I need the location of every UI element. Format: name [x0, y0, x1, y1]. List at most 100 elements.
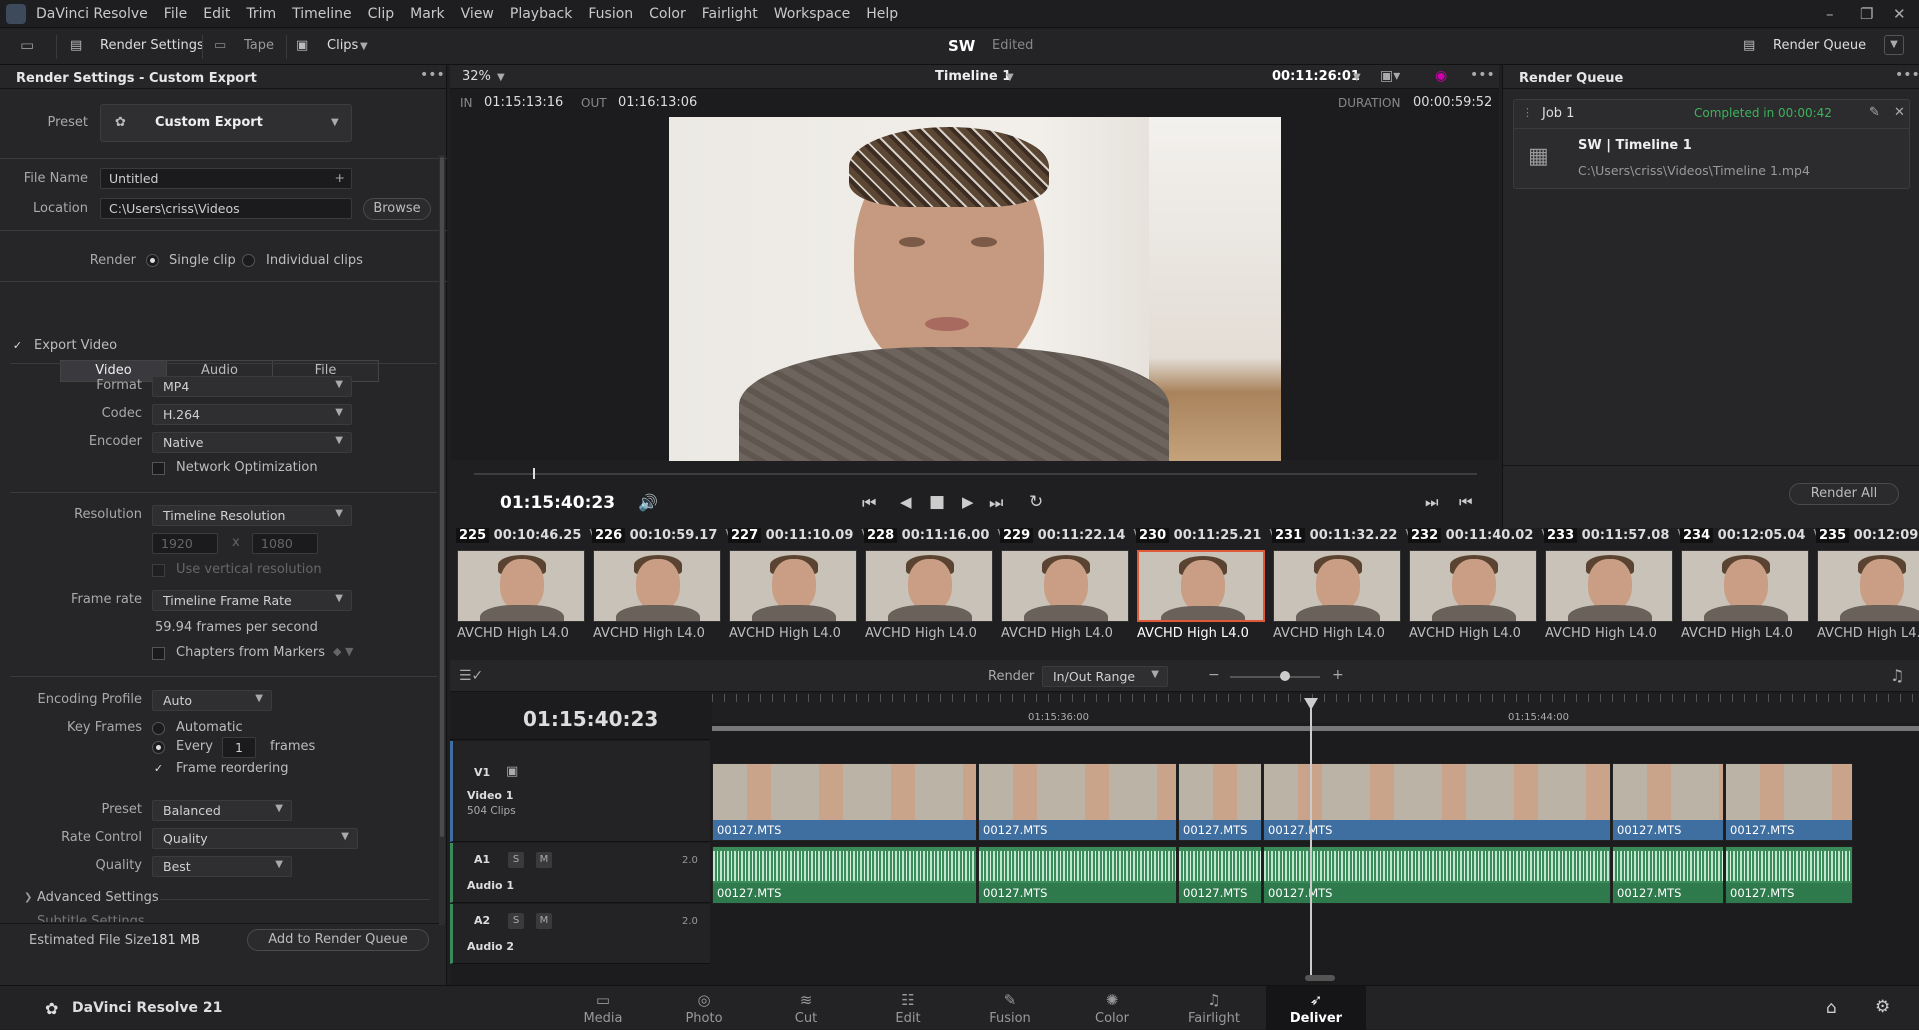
next-clip-icon[interactable]: ⏭ — [1425, 493, 1439, 511]
display-options-icon[interactable]: ▣▾ — [1380, 68, 1400, 84]
gear-icon[interactable]: ⚙ — [1875, 997, 1890, 1017]
playhead[interactable] — [1310, 700, 1312, 980]
keyframes-every-input[interactable]: 1 — [222, 737, 256, 758]
scrollbar[interactable] — [440, 157, 444, 837]
stop-icon[interactable]: ■ — [929, 492, 945, 512]
menu-trim[interactable]: Trim — [246, 6, 276, 22]
resolution-dropdown[interactable]: Timeline Resolution ▼ — [152, 505, 352, 526]
clip-thumbnail[interactable] — [1817, 550, 1919, 622]
add-to-render-queue-button[interactable]: Add to Render Queue — [247, 929, 429, 951]
clip-thumbnail[interactable] — [457, 550, 585, 622]
previous-clip-icon[interactable]: ⏮ — [1459, 493, 1473, 511]
audio-clip[interactable]: 00127.MTS — [712, 846, 977, 904]
menu-color[interactable]: Color — [649, 6, 686, 22]
chevron-down-icon[interactable]: ▼ — [360, 41, 368, 52]
menu-edit[interactable]: Edit — [203, 6, 230, 22]
menu-mark[interactable]: Mark — [410, 6, 445, 22]
edit-icon[interactable]: ✎ — [1869, 105, 1880, 120]
menu-fairlight[interactable]: Fairlight — [702, 6, 758, 22]
timeline-name[interactable]: Timeline 1 — [935, 69, 1011, 84]
video-clip[interactable]: 00127.MTS — [1612, 763, 1724, 841]
menu-app[interactable]: DaVinci Resolve — [36, 6, 148, 22]
render-queue-button[interactable]: Render Queue — [1773, 38, 1866, 53]
menu-timeline[interactable]: Timeline — [292, 6, 352, 22]
location-input[interactable]: C:\Users\criss\Videos — [100, 198, 352, 219]
audio-clip[interactable]: 00127.MTS — [1263, 846, 1611, 904]
render-settings-button[interactable]: Render Settings — [100, 38, 204, 53]
page-fairlight[interactable]: ♫ Fairlight — [1164, 986, 1264, 1030]
menu-file[interactable]: File — [164, 6, 187, 22]
menu-clip[interactable]: Clip — [368, 6, 394, 22]
tape-button[interactable]: Tape — [244, 38, 274, 53]
clip-thumbnail[interactable] — [1001, 550, 1129, 622]
page-cut[interactable]: ≋ Cut — [756, 986, 856, 1030]
playhead-marker[interactable] — [533, 468, 535, 479]
rate-control-dropdown[interactable]: Quality ▼ — [152, 828, 358, 849]
chevron-down-icon[interactable]: ▼ — [1353, 72, 1361, 83]
more-options-icon[interactable]: ••• — [420, 67, 445, 83]
chevron-down-icon[interactable]: ▼ — [1006, 72, 1014, 83]
more-options-icon[interactable]: ••• — [1470, 67, 1495, 83]
encoder-dropdown[interactable]: Native ▼ — [152, 432, 352, 453]
audio-clip[interactable]: 00127.MTS — [1725, 846, 1853, 904]
clip-thumbnail[interactable] — [1409, 550, 1537, 622]
network-optimization-checkbox[interactable] — [152, 462, 165, 475]
more-options-icon[interactable]: ••• — [1895, 67, 1919, 83]
clip-thumbnail[interactable] — [865, 550, 993, 622]
play-reverse-icon[interactable]: ◀ — [900, 493, 912, 511]
menu-playback[interactable]: Playback — [510, 6, 572, 22]
chevron-right-icon[interactable]: ❯ — [24, 892, 32, 903]
loop-icon[interactable]: ↻ — [1029, 492, 1043, 512]
browse-button[interactable]: Browse — [363, 198, 431, 220]
audio-clip[interactable]: 00127.MTS — [1612, 846, 1724, 904]
framerate-dropdown[interactable]: Timeline Frame Rate ▼ — [152, 590, 352, 611]
subtitle-settings-toggle[interactable]: Subtitle Settings — [37, 914, 145, 922]
page-photo[interactable]: ◎ Photo — [654, 986, 754, 1030]
preset2-dropdown[interactable]: Balanced ▼ — [152, 800, 292, 821]
single-clip-radio[interactable] — [146, 254, 159, 267]
keyframes-automatic-radio[interactable] — [152, 722, 165, 735]
chapters-checkbox[interactable] — [152, 647, 165, 660]
video-clip[interactable]: 00127.MTS — [1725, 763, 1853, 841]
filename-input[interactable]: Untitled + — [100, 168, 352, 189]
individual-clips-radio[interactable] — [242, 254, 255, 267]
timeline-tracks[interactable]: 00127.MTS 00127.MTS 00127.MTS 00127.MTS 0012… — [450, 660, 1919, 985]
advanced-settings-toggle[interactable]: Advanced Settings — [37, 890, 159, 905]
drag-handle-icon[interactable]: ⋮ — [1522, 106, 1533, 119]
menu-view[interactable]: View — [461, 6, 494, 22]
close-icon[interactable]: ✕ — [1893, 5, 1906, 23]
timeline-scrollbar[interactable] — [1305, 975, 1335, 981]
audio-clip[interactable]: 00127.MTS — [1178, 846, 1262, 904]
menu-fusion[interactable]: Fusion — [588, 6, 633, 22]
color-viewer-icon[interactable]: ◉ — [1435, 68, 1447, 84]
add-icon[interactable]: + — [335, 170, 345, 185]
encoding-profile-dropdown[interactable]: Auto ▼ — [152, 690, 272, 711]
video-clip[interactable]: 00127.MTS — [1263, 763, 1611, 841]
zoom-dropdown[interactable]: 32% — [462, 69, 491, 84]
preset-dropdown[interactable]: ✿ Custom Export ▼ — [100, 104, 352, 142]
menu-workspace[interactable]: Workspace — [774, 6, 851, 22]
close-icon[interactable]: ✕ — [1894, 105, 1905, 120]
render-job-card[interactable]: ⋮ Job 1 Completed in 00:00:42 ✎ ✕ ▦ SW |… — [1513, 99, 1910, 189]
page-media[interactable]: ▭ Media — [553, 986, 653, 1030]
page-color[interactable]: ✺ Color — [1062, 986, 1162, 1030]
render-all-button[interactable]: Render All — [1789, 483, 1899, 505]
minimize-icon[interactable]: – — [1826, 5, 1834, 23]
video-clip[interactable]: 00127.MTS — [978, 763, 1177, 841]
go-to-start-icon[interactable]: ⏮ — [862, 493, 876, 513]
keyframes-every-radio[interactable] — [152, 741, 165, 754]
scrub-bar[interactable] — [474, 473, 1477, 475]
frame-reordering-checkbox[interactable]: ✓ — [152, 763, 165, 776]
go-to-end-icon[interactable]: ⏭ — [989, 493, 1003, 513]
audio-clip[interactable]: 00127.MTS — [978, 846, 1177, 904]
quality-dropdown[interactable]: Best ▼ — [152, 856, 292, 877]
codec-dropdown[interactable]: H.264 ▼ — [152, 404, 352, 425]
clip-thumbnail[interactable] — [1273, 550, 1401, 622]
page-fusion[interactable]: ✎ Fusion — [960, 986, 1060, 1030]
maximize-icon[interactable]: ❐ — [1860, 5, 1873, 23]
video-clip[interactable]: 00127.MTS — [712, 763, 977, 841]
export-video-checkbox[interactable]: ✓ — [11, 340, 24, 353]
volume-icon[interactable]: 🔊 — [638, 493, 658, 512]
video-clip[interactable]: 00127.MTS — [1178, 763, 1262, 841]
home-icon[interactable]: ⌂ — [1826, 998, 1837, 1018]
